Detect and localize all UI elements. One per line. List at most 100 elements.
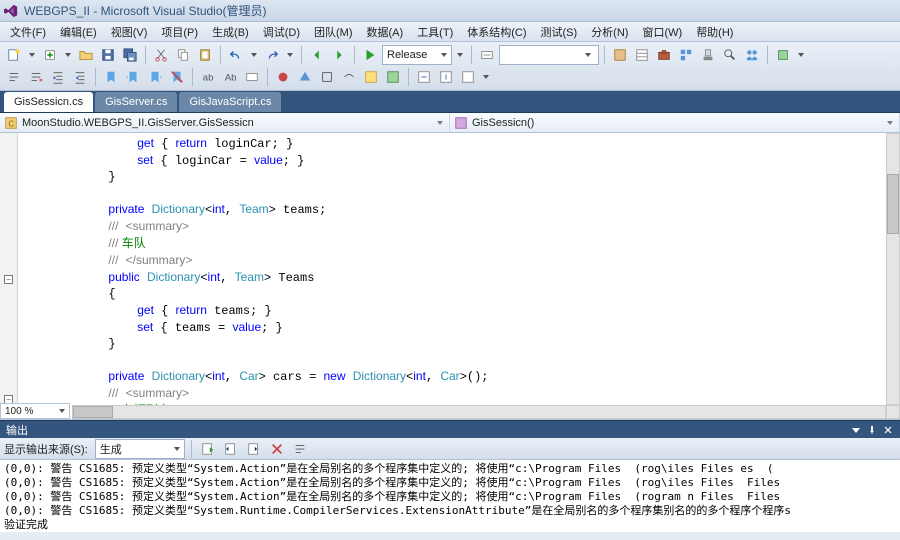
menu-item[interactable]: 项目(P) [155, 22, 204, 42]
redo-dropdown[interactable] [284, 53, 296, 57]
menu-item[interactable]: 体系结构(C) [461, 22, 532, 42]
menu-item[interactable]: 团队(M) [308, 22, 359, 42]
uncomment-button[interactable] [26, 67, 46, 87]
new-project-button[interactable] [4, 45, 24, 65]
menu-item[interactable]: 调试(D) [257, 22, 306, 42]
menu-item[interactable]: 测试(S) [535, 22, 584, 42]
extension-dropdown[interactable] [795, 53, 807, 57]
text-tool-1[interactable]: ab [198, 67, 218, 87]
nav-type-value: MoonStudio.WEBGPS_II.GisServer.GisSessic… [22, 117, 254, 129]
v-scroll-thumb[interactable] [887, 174, 899, 234]
toolbox-button[interactable] [654, 45, 674, 65]
bookmark-prev-button[interactable] [123, 67, 143, 87]
svg-text:Ab: Ab [225, 73, 237, 84]
text-tool-2[interactable]: Ab [220, 67, 240, 87]
add-item-button[interactable] [40, 45, 60, 65]
menu-item[interactable]: 视图(V) [105, 22, 154, 42]
debug-tool-5[interactable] [361, 67, 381, 87]
find-button[interactable] [477, 45, 497, 65]
output-clear-button[interactable] [267, 439, 287, 459]
new-project-dropdown[interactable] [26, 53, 38, 57]
toolbar-area: Release ab Ab [0, 42, 900, 91]
properties-button[interactable] [632, 45, 652, 65]
debug-tool-6[interactable] [383, 67, 403, 87]
doc-tab[interactable]: GisServer.cs [95, 92, 177, 112]
horizontal-scrollbar[interactable] [72, 405, 886, 419]
outdent-button[interactable] [70, 67, 90, 87]
team-explorer-button[interactable] [742, 45, 762, 65]
output-pin-icon[interactable] [866, 424, 878, 436]
misc-tool-3[interactable] [458, 67, 478, 87]
solution-explorer-button[interactable] [610, 45, 630, 65]
bookmark-next-button[interactable] [145, 67, 165, 87]
menu-item[interactable]: 分析(N) [585, 22, 634, 42]
config-combo-dropdown[interactable] [454, 53, 466, 57]
outline-toggle-1[interactable]: − [4, 275, 13, 284]
object-browser-button[interactable] [720, 45, 740, 65]
output-source-value: 生成 [100, 441, 122, 457]
debug-tool-2[interactable] [295, 67, 315, 87]
save-button[interactable] [98, 45, 118, 65]
debug-tool-1[interactable] [273, 67, 293, 87]
undo-dropdown[interactable] [248, 53, 260, 57]
output-prev-button[interactable] [221, 439, 241, 459]
cut-button[interactable] [151, 45, 171, 65]
redo-button[interactable] [262, 45, 282, 65]
save-all-button[interactable] [120, 45, 140, 65]
code-editor[interactable]: − − get { return loginCar; } set { login… [0, 133, 900, 420]
menu-item[interactable]: 工具(T) [411, 22, 459, 42]
copy-button[interactable] [173, 45, 193, 65]
zoom-combo[interactable]: 100 % [0, 403, 70, 419]
output-close-icon[interactable] [882, 424, 894, 436]
code-area[interactable]: get { return loginCar; } set { loginCar … [18, 133, 900, 419]
output-next-button[interactable] [244, 439, 264, 459]
output-toolbar: 显示输出来源(S): 生成 [0, 438, 900, 460]
misc-tool-2[interactable] [436, 67, 456, 87]
window-title: WEBGPS_II - Microsoft Visual Studio(管理员) [24, 2, 267, 19]
class-view-button[interactable] [676, 45, 696, 65]
nav-type-selector[interactable]: C MoonStudio.WEBGPS_II.GisServer.GisSess… [0, 113, 450, 132]
text-tool-3[interactable] [242, 67, 262, 87]
h-scroll-thumb[interactable] [73, 406, 113, 418]
comment-button[interactable] [4, 67, 24, 87]
svg-text:ab: ab [203, 73, 214, 84]
vertical-scrollbar[interactable] [886, 133, 900, 405]
open-file-button[interactable] [76, 45, 96, 65]
menu-item[interactable]: 数据(A) [361, 22, 410, 42]
config-combo[interactable]: Release [382, 45, 452, 65]
menu-item[interactable]: 文件(F) [4, 22, 52, 42]
indent-button[interactable] [48, 67, 68, 87]
nav-fwd-button[interactable] [329, 45, 349, 65]
quick-find-box[interactable] [499, 45, 599, 65]
nav-member-selector[interactable]: GisSessicn() [450, 113, 900, 132]
outline-margin[interactable]: − − [0, 133, 18, 419]
paste-button[interactable] [195, 45, 215, 65]
output-dropdown-icon[interactable] [850, 424, 862, 436]
doc-tab[interactable]: GisJavaScript.cs [179, 92, 281, 112]
zoom-value: 100 % [5, 406, 33, 417]
nav-back-button[interactable] [307, 45, 327, 65]
debug-tool-4[interactable] [339, 67, 359, 87]
doc-tab[interactable]: GisSessicn.cs [4, 92, 93, 112]
undo-button[interactable] [226, 45, 246, 65]
misc-dropdown[interactable] [480, 75, 492, 79]
server-explorer-button[interactable] [698, 45, 718, 65]
misc-tool-1[interactable] [414, 67, 434, 87]
menu-item[interactable]: 编辑(E) [54, 22, 103, 42]
menubar: 文件(F)编辑(E)视图(V)项目(P)生成(B)调试(D)团队(M)数据(A)… [0, 22, 900, 42]
menu-item[interactable]: 帮助(H) [690, 22, 739, 42]
menu-item[interactable]: 生成(B) [206, 22, 255, 42]
output-wrap-button[interactable] [290, 439, 310, 459]
bookmark-button[interactable] [101, 67, 121, 87]
menu-item[interactable]: 窗口(W) [636, 22, 688, 42]
start-debug-button[interactable] [360, 45, 380, 65]
config-combo-value: Release [387, 49, 427, 61]
debug-tool-3[interactable] [317, 67, 337, 87]
extension-button[interactable] [773, 45, 793, 65]
output-goto-button[interactable] [198, 439, 218, 459]
add-item-dropdown[interactable] [62, 53, 74, 57]
output-source-combo[interactable]: 生成 [95, 439, 185, 459]
bookmark-clear-button[interactable] [167, 67, 187, 87]
nav-bar: C MoonStudio.WEBGPS_II.GisServer.GisSess… [0, 113, 900, 133]
output-text[interactable]: (0,0): 警告 CS1685: 预定义类型“System.Action”是在… [0, 460, 900, 532]
